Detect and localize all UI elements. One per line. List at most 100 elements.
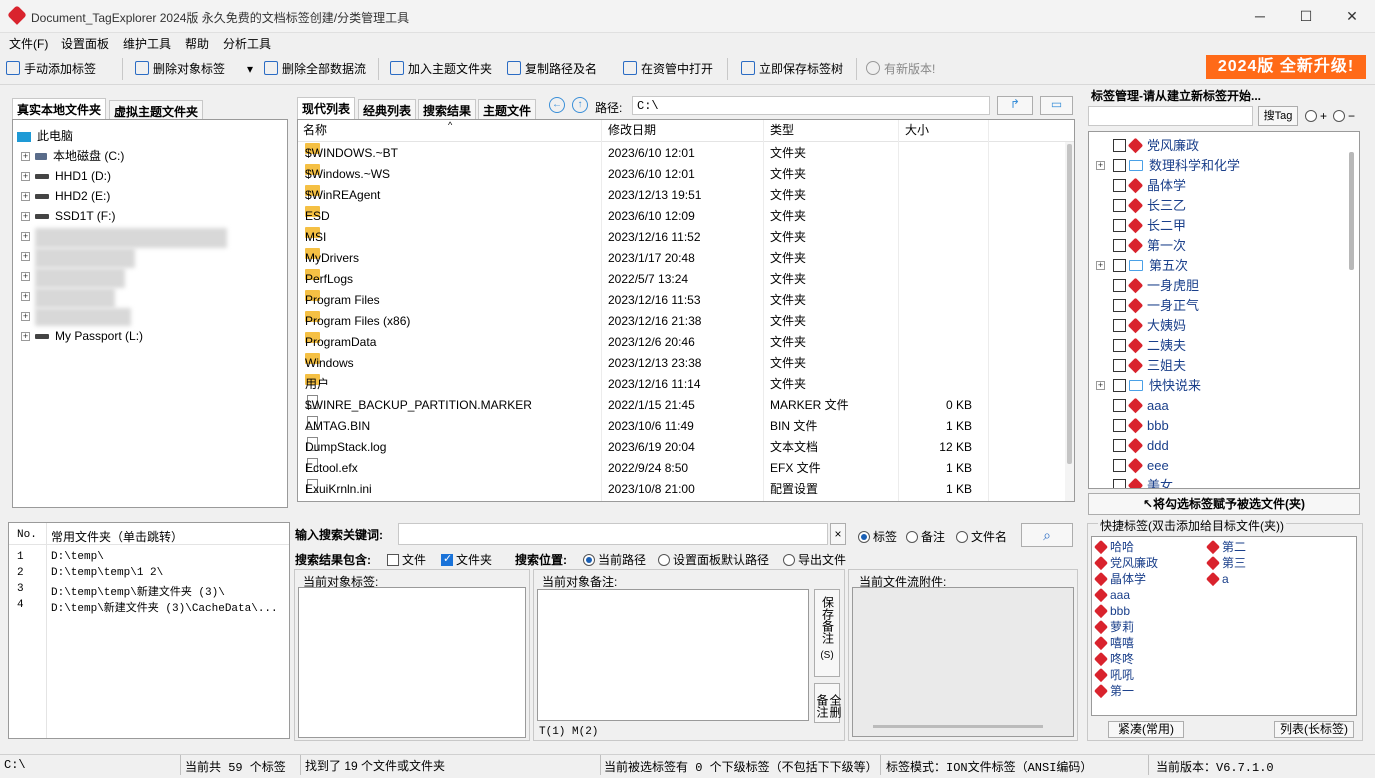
file-row[interactable]: Ectool.efx 2022/9/24 8:50 EFX 文件 1 KB	[298, 458, 1066, 479]
quick-tag[interactable]: 吼吼	[1093, 667, 1134, 683]
location-default[interactable]: 设置面板默认路径	[658, 551, 769, 568]
include-file-checkbox[interactable]: 文件	[387, 551, 426, 568]
tag-checkbox[interactable]	[1113, 179, 1126, 192]
menu-help[interactable]: 帮助	[185, 35, 209, 52]
tag-checkbox[interactable]	[1113, 199, 1126, 212]
streams-scrollbar[interactable]	[873, 725, 1043, 728]
tab-classic-list[interactable]: 经典列表	[358, 99, 417, 121]
tag-group-item[interactable]: 快快说来	[1127, 376, 1201, 396]
quick-tag[interactable]: bbb	[1093, 603, 1130, 619]
tag-item[interactable]: 二姨夫	[1127, 336, 1186, 356]
tag-search-input[interactable]	[1088, 106, 1253, 126]
collapse-all-radio[interactable]: −	[1333, 109, 1355, 123]
menu-settings[interactable]: 设置面板	[61, 35, 109, 52]
file-row[interactable]: DumpStack.log 2023/6/19 20:04 文本文档 12 KB	[298, 437, 1066, 458]
col-name[interactable]: 名称	[303, 120, 327, 140]
expand-all-radio[interactable]: +	[1305, 109, 1327, 123]
t-counter[interactable]: T(1)	[539, 726, 565, 738]
tag-item[interactable]: 三姐夫	[1127, 356, 1186, 376]
quick-tag[interactable]: 第三	[1205, 555, 1246, 571]
tag-item[interactable]: 长三乙	[1127, 196, 1186, 216]
back-icon[interactable]: ←	[549, 97, 565, 113]
file-row[interactable]: Program Files (x86) 2023/12/16 21:38 文件夹	[298, 311, 1066, 332]
manual-add-tag-button[interactable]: 手动添加标签	[6, 59, 96, 79]
tree-drive-f[interactable]: SSD1T (F:)	[35, 206, 115, 226]
tag-checkbox[interactable]	[1113, 479, 1126, 488]
expand-icon[interactable]: +	[1096, 261, 1105, 270]
quick-tag[interactable]: 嘻嘻	[1093, 635, 1134, 651]
file-row[interactable]: $Windows.~WS 2023/6/10 12:01 文件夹	[298, 164, 1066, 185]
delete-all-streams-button[interactable]: 删除全部数据流	[264, 59, 366, 79]
expand-icon[interactable]: +	[21, 232, 30, 241]
quick-tag[interactable]: aaa	[1093, 587, 1130, 603]
scrollbar-thumb[interactable]	[1067, 144, 1072, 464]
maximize-button[interactable]: ☐	[1283, 0, 1329, 33]
tag-checkbox[interactable]	[1113, 159, 1126, 172]
tag-checkbox[interactable]	[1113, 279, 1126, 292]
m-counter[interactable]: M(2)	[572, 726, 598, 738]
close-button[interactable]: ✕	[1329, 0, 1375, 33]
tag-item[interactable]: 美女	[1127, 476, 1173, 488]
tag-checkbox[interactable]	[1113, 359, 1126, 372]
tag-item[interactable]: bbb	[1127, 416, 1169, 436]
expand-icon[interactable]: +	[1096, 161, 1105, 170]
col-type[interactable]: 类型	[770, 120, 794, 140]
tag-checkbox[interactable]	[1113, 459, 1126, 472]
expand-icon[interactable]: +	[21, 332, 30, 341]
promo-banner[interactable]: 2024版 全新升级!	[1206, 55, 1366, 79]
open-in-explorer-button[interactable]: 在资管中打开	[623, 59, 713, 79]
tag-checkbox[interactable]	[1113, 299, 1126, 312]
quick-tag[interactable]: a	[1205, 571, 1229, 587]
tag-checkbox[interactable]	[1113, 379, 1126, 392]
tab-search-results[interactable]: 搜索结果	[418, 99, 477, 121]
tree-drive-d[interactable]: HHD1 (D:)	[35, 166, 111, 186]
search-input[interactable]	[398, 523, 828, 545]
tab-modern-list[interactable]: 现代列表	[297, 97, 356, 119]
tag-checkbox[interactable]	[1113, 219, 1126, 232]
tag-checkbox[interactable]	[1113, 399, 1126, 412]
include-folder-checkbox[interactable]: 文件夹	[441, 551, 492, 568]
dropdown-arrow[interactable]: ▾	[247, 59, 253, 79]
expand-icon[interactable]: +	[21, 172, 30, 181]
expand-icon[interactable]: +	[21, 212, 30, 221]
tag-group-item[interactable]: 第五次	[1127, 256, 1188, 276]
tag-search-button[interactable]: 搜Tag	[1258, 106, 1298, 126]
file-row[interactable]: $WinREAgent 2023/12/13 19:51 文件夹	[298, 185, 1066, 206]
tag-tree-scrollbar[interactable]	[1349, 152, 1354, 270]
tag-item[interactable]: 晶体学	[1127, 176, 1186, 196]
delete-object-tag-button[interactable]: 删除对象标签	[135, 59, 225, 79]
folder-open-icon[interactable]: ▭	[1040, 96, 1073, 115]
tree-root[interactable]: 此电脑	[17, 126, 73, 146]
col-date[interactable]: 修改日期	[608, 120, 656, 140]
add-topic-folder-button[interactable]: 加入主题文件夹	[390, 59, 492, 79]
mode-note[interactable]: 备注	[906, 528, 945, 545]
tag-item[interactable]: eee	[1127, 456, 1169, 476]
minimize-button[interactable]: ─	[1237, 0, 1283, 33]
tag-item[interactable]: 党风廉政	[1127, 136, 1199, 156]
mode-filename[interactable]: 文件名	[956, 528, 1007, 545]
quick-tag[interactable]: 党风廉政	[1093, 555, 1158, 571]
expand-icon[interactable]: +	[21, 312, 30, 321]
path-input[interactable]: C:\	[632, 96, 990, 115]
tree-drive-e[interactable]: HHD2 (E:)	[35, 186, 110, 206]
quick-tag[interactable]: 萝莉	[1093, 619, 1134, 635]
quick-tag[interactable]: 咚咚	[1093, 651, 1134, 667]
favorites-row[interactable]: 1 D:\temp\	[17, 551, 287, 563]
tag-checkbox[interactable]	[1113, 439, 1126, 452]
expand-icon[interactable]: +	[21, 272, 30, 281]
file-row[interactable]: 用户 2023/12/16 11:14 文件夹	[298, 374, 1066, 395]
tag-checkbox[interactable]	[1113, 419, 1126, 432]
tag-item[interactable]: 第一次	[1127, 236, 1186, 256]
menu-maintenance[interactable]: 维护工具	[123, 35, 171, 52]
menu-analysis[interactable]: 分析工具	[223, 35, 271, 52]
file-row[interactable]: PerfLogs 2022/5/7 13:24 文件夹	[298, 269, 1066, 290]
expand-icon[interactable]: +	[21, 252, 30, 261]
file-row[interactable]: Program Files 2023/12/16 11:53 文件夹	[298, 290, 1066, 311]
quick-tag[interactable]: 晶体学	[1093, 571, 1146, 587]
quick-tag[interactable]: 第一	[1093, 683, 1134, 699]
tag-checkbox[interactable]	[1113, 319, 1126, 332]
tab-local-folders[interactable]: 真实本地文件夹	[12, 98, 107, 120]
tag-group-item[interactable]: 数理科学和化学	[1127, 156, 1240, 176]
file-list-scrollbar[interactable]	[1065, 142, 1074, 501]
menu-file[interactable]: 文件(F)	[9, 35, 48, 52]
